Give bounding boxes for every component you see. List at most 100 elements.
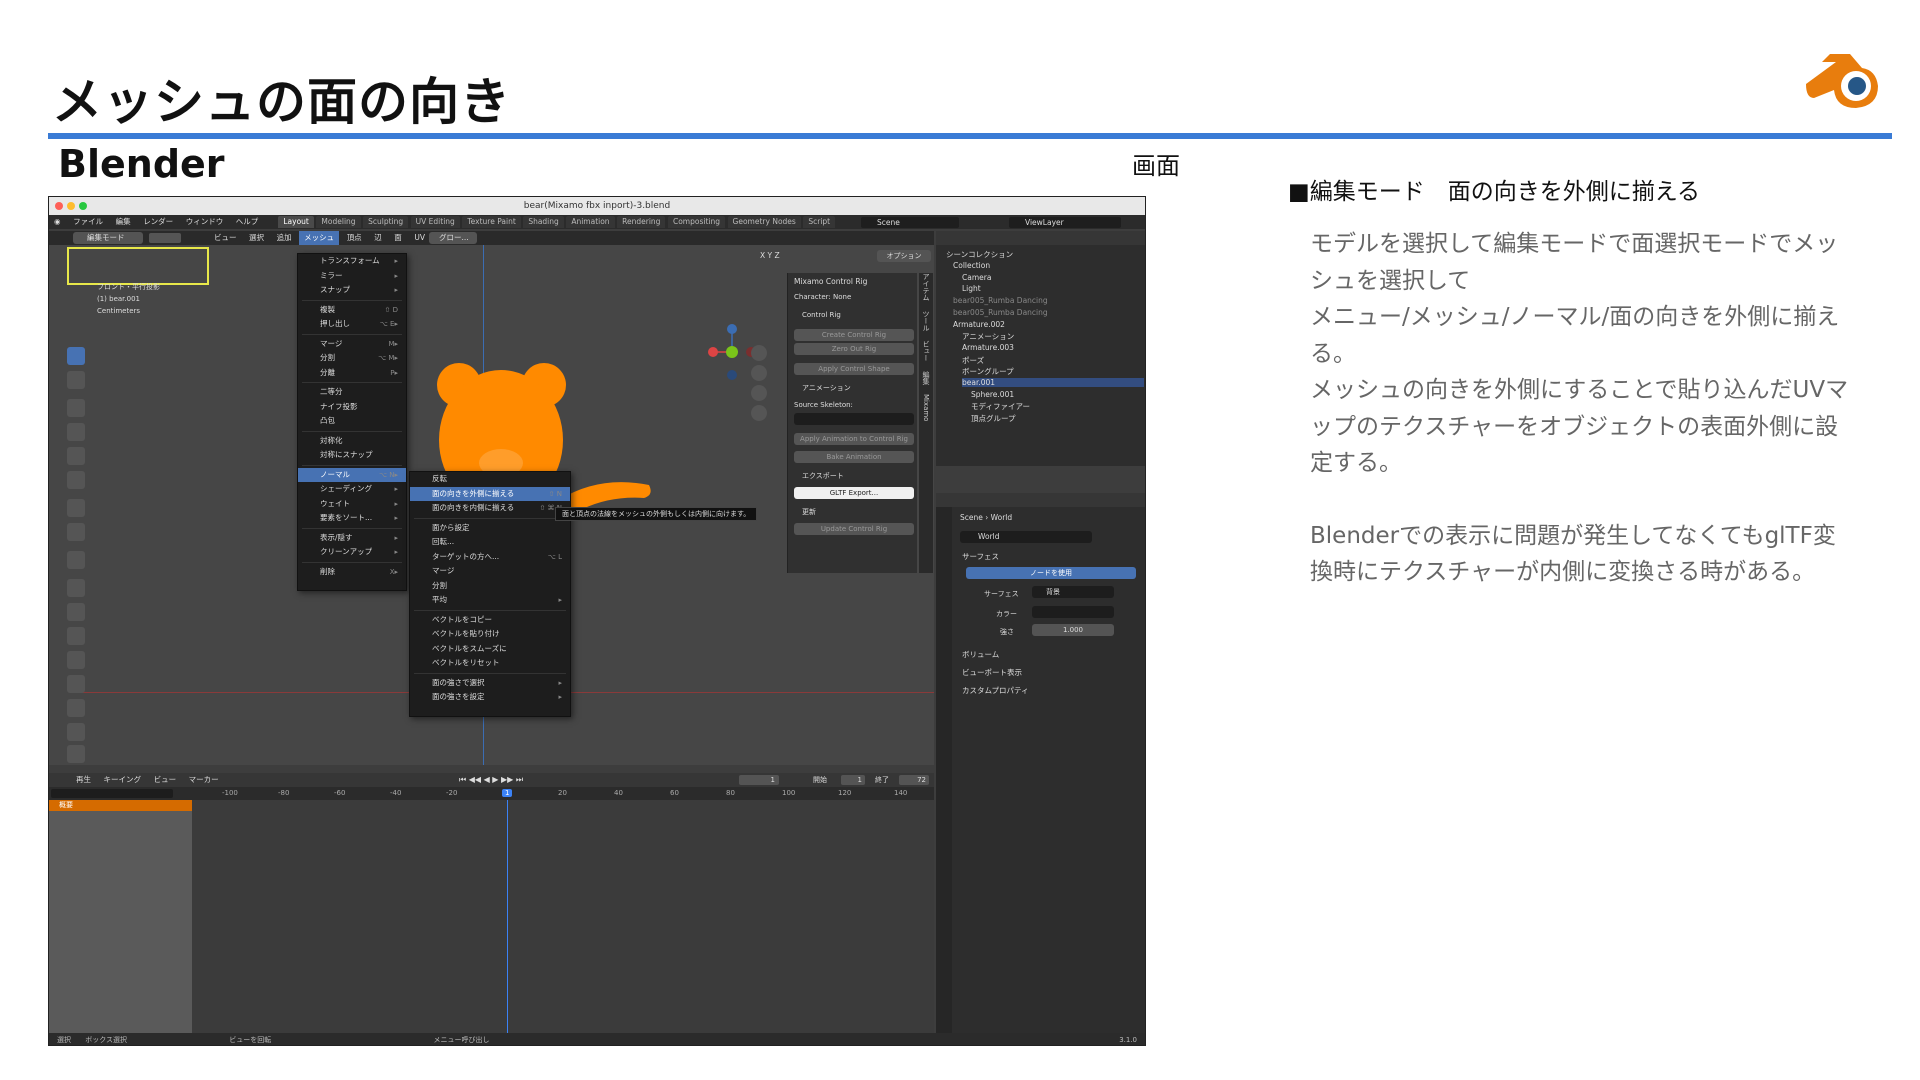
sidebar-tab-item[interactable]: アイテム (922, 273, 930, 301)
breadcrumb-world[interactable]: World (991, 513, 1013, 522)
normal-menu-item[interactable]: ターゲットの方へ... ⌥ L (410, 550, 570, 565)
normal-menu-item[interactable]: 平均 ▸ (410, 593, 570, 608)
mesh-menu-item[interactable]: 凸包 (298, 414, 406, 429)
mesh-menu-item[interactable]: スナップ ▸ (298, 283, 406, 298)
knife-icon[interactable] (67, 675, 85, 693)
mesh-menu-item[interactable]: ミラー ▸ (298, 269, 406, 284)
viewport-menu-vertex[interactable]: 頂点 (342, 231, 367, 245)
menu-render[interactable]: レンダー (138, 215, 178, 229)
viewport-menu-add[interactable]: 追加 (272, 231, 297, 245)
mesh-menu-item[interactable]: ノーマル ⌥ N▸ (298, 467, 406, 482)
workspace-tab[interactable]: Rendering (617, 216, 666, 228)
select-mode-buttons[interactable] (149, 233, 181, 243)
breadcrumb-scene[interactable]: Scene (960, 513, 983, 522)
smooth-icon[interactable] (67, 745, 85, 763)
scale-icon[interactable] (67, 447, 85, 465)
bevel-icon[interactable] (67, 627, 85, 645)
apply-animation-button[interactable]: Apply Animation to Control Rig (794, 433, 914, 445)
outliner-item[interactable]: bear005_Rumba Dancing (953, 308, 1048, 317)
mesh-menu-item[interactable]: マージ M▸ (298, 337, 406, 352)
mesh-menu-item[interactable]: ウェイト ▸ (298, 497, 406, 512)
apply-control-shape-button[interactable]: Apply Control Shape (794, 363, 914, 375)
workspace-tab[interactable]: Compositing (667, 216, 725, 228)
zero-out-rig-button[interactable]: Zero Out Rig (794, 343, 914, 355)
select-box-icon[interactable] (67, 347, 85, 365)
menu-file[interactable]: ファイル (68, 215, 108, 229)
current-frame-field[interactable]: 1 (739, 775, 779, 785)
menu-window[interactable]: ウィンドウ (181, 215, 229, 229)
outliner-item[interactable]: ボーングループ (962, 366, 1014, 377)
outliner-scene-collection[interactable]: シーンコレクション (946, 249, 1013, 260)
normal-menu-item[interactable]: 面の強さで選択 ▸ (410, 676, 570, 691)
axis-x-button[interactable]: X (760, 251, 765, 260)
loop-cut-icon[interactable] (67, 651, 85, 669)
mesh-menu-item[interactable]: 削除 X▸ (298, 565, 406, 580)
normal-menu-item[interactable]: 分割 (410, 579, 570, 594)
outliner-item[interactable]: アニメーション (962, 331, 1014, 342)
mesh-menu-item[interactable]: トランスフォーム ▸ (298, 254, 406, 269)
update-control-rig-button[interactable]: Update Control Rig (794, 523, 914, 535)
add-cube-icon[interactable] (67, 551, 85, 569)
viewport-menu-uv[interactable]: UV (409, 231, 430, 245)
viewlayer-selector[interactable]: ViewLayer (1009, 217, 1121, 228)
mesh-menu-item[interactable]: 押し出し ⌥ E▸ (298, 317, 406, 332)
transform-icon[interactable] (67, 471, 85, 489)
transform-orientation[interactable]: グロー... (429, 232, 477, 244)
source-skeleton-field[interactable] (794, 413, 914, 425)
color-field[interactable] (1032, 606, 1114, 618)
timeline-menu-playback[interactable]: 再生 (71, 773, 96, 787)
start-frame-field[interactable]: 1 (841, 775, 865, 785)
perspective-grid-icon[interactable] (751, 405, 767, 421)
inset-icon[interactable] (67, 603, 85, 621)
rotate-icon[interactable] (67, 423, 85, 441)
workspace-tab[interactable]: UV Editing (410, 216, 460, 228)
end-frame-field[interactable]: 72 (899, 775, 929, 785)
mesh-menu-item[interactable]: 二等分 (298, 385, 406, 400)
mesh-menu-item[interactable]: 複製 ⇧ D (298, 303, 406, 318)
normal-menu-item[interactable]: 反転 (410, 472, 570, 487)
bake-animation-button[interactable]: Bake Animation (794, 451, 914, 463)
normal-menu-item[interactable]: マージ (410, 564, 570, 579)
annotate-icon[interactable] (67, 499, 85, 517)
timeline-menu-keying[interactable]: キーイング (99, 773, 147, 787)
options-dropdown[interactable]: オプション (877, 250, 931, 262)
mesh-menu-item[interactable]: 要素をソート... ▸ (298, 511, 406, 526)
outliner-item[interactable]: 頂点グループ (971, 413, 1016, 424)
viewport-menu-edge[interactable]: 辺 (369, 231, 387, 245)
outliner-item[interactable]: Camera (962, 273, 991, 282)
axis-y-button[interactable]: Y (768, 251, 773, 260)
surface-shader-field[interactable]: 背景 (1032, 586, 1114, 598)
poly-build-icon[interactable] (67, 699, 85, 717)
mesh-menu-item[interactable]: 表示/隠す ▸ (298, 531, 406, 546)
move-icon[interactable] (67, 399, 85, 417)
normal-menu-item[interactable]: 面の向きを外側に揃える ⇧ N (410, 486, 570, 501)
workspace-tab[interactable]: Geometry Nodes (727, 216, 801, 228)
spin-icon[interactable] (67, 723, 85, 741)
normal-menu-item[interactable]: 回転... (410, 535, 570, 550)
mode-selector[interactable]: 編集モード (73, 232, 143, 244)
world-selector[interactable]: World (960, 531, 1092, 543)
playhead-line[interactable] (507, 800, 508, 1036)
extrude-icon[interactable] (67, 579, 85, 597)
outliner-item[interactable]: Armature.002 (953, 320, 1005, 329)
menu-edit[interactable]: 編集 (111, 215, 136, 229)
outliner-item[interactable]: bear005_Rumba Dancing (953, 296, 1048, 305)
timeline-graph[interactable] (192, 800, 934, 1036)
custom-properties-section-header[interactable]: カスタムプロパティ (962, 685, 1029, 696)
outliner-item[interactable]: Sphere.001 (971, 390, 1014, 399)
playback-controls[interactable]: ⏮ ◀◀ ◀ ▶ ▶▶ ⏭ (459, 775, 523, 785)
blender-menu-icon[interactable]: ◉ (49, 215, 66, 229)
normal-menu-item[interactable]: 面の強さを設定 ▸ (410, 690, 570, 705)
normal-menu-item[interactable]: 面の向きを内側に揃える ⇧ ⌘ N (410, 501, 570, 516)
cursor-icon[interactable] (67, 371, 85, 389)
workspace-tab-layout[interactable]: Layout (278, 216, 314, 228)
gltf-export-button[interactable]: GLTF Export... (794, 487, 914, 499)
outliner-item[interactable]: ポーズ (962, 355, 984, 366)
outliner-item[interactable]: Light (962, 284, 981, 293)
outliner-item[interactable]: Armature.003 (962, 343, 1014, 352)
viewport-menu-face[interactable]: 面 (389, 231, 407, 245)
outliner-item[interactable]: モディファイアー (971, 401, 1030, 412)
mesh-menu-item[interactable]: 対称にスナップ (298, 448, 406, 463)
volume-section-header[interactable]: ボリューム (962, 649, 999, 660)
workspace-tab[interactable]: Texture Paint (462, 216, 521, 228)
